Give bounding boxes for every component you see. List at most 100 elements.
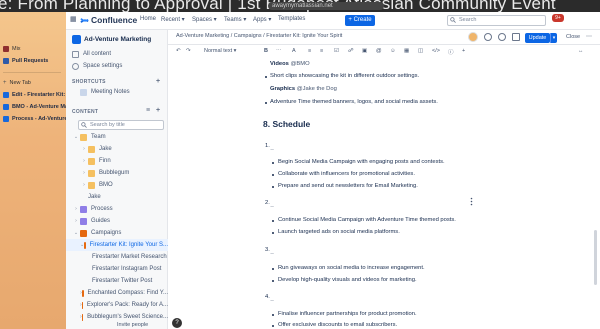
tree-item-label: Firestarter Instagram Post bbox=[92, 266, 162, 272]
timer-icon[interactable] bbox=[498, 33, 506, 41]
tree-item-guides[interactable]: › Guides bbox=[66, 215, 168, 227]
tree-item-finn[interactable]: › Finn bbox=[66, 155, 168, 167]
graphics-label: Graphics bbox=[270, 86, 296, 92]
browser-tab-bmo[interactable]: BMO - Ad-Venture Mar... bbox=[3, 104, 74, 110]
tree-item-label: Firestarter Kit: Ignite Your S... bbox=[89, 242, 168, 248]
collaborator-avatar[interactable] bbox=[468, 32, 478, 42]
confluence-favicon-icon bbox=[3, 116, 9, 122]
shortcut-meeting-notes[interactable]: Meeting Notes bbox=[66, 86, 168, 98]
text-color-icon[interactable]: A bbox=[292, 48, 296, 54]
short-clips-line: Short clips showcasing the kit in differ… bbox=[270, 73, 420, 79]
sidebar-item-space-settings[interactable]: Space settings bbox=[66, 60, 168, 72]
tree-item-market-research[interactable]: Firestarter Market Research bbox=[66, 251, 168, 263]
page-content[interactable]: Videos @BMO Short clips showcasing the k… bbox=[168, 58, 600, 329]
breadcrumb-space[interactable]: Ad-Venture Marketing bbox=[176, 33, 229, 39]
info-icon[interactable]: ⓘ bbox=[448, 48, 454, 56]
tree-item-jake[interactable]: › Jake bbox=[66, 143, 168, 155]
nav-spaces[interactable]: Spaces ▾ bbox=[192, 16, 217, 23]
chevron-right-icon[interactable]: › bbox=[80, 170, 88, 176]
tree-item-firestarter-kit[interactable]: ⌄ Firestarter Kit: Ignite Your S... bbox=[66, 239, 168, 251]
close-button[interactable]: Close bbox=[566, 34, 580, 40]
redo-icon[interactable]: ↷ bbox=[186, 48, 191, 54]
search-input[interactable]: Search bbox=[447, 15, 546, 26]
tree-item-campaigns[interactable]: ⌄ Campaigns bbox=[66, 227, 168, 239]
tree-item-process[interactable]: › Process bbox=[66, 203, 168, 215]
chevron-right-icon[interactable]: › bbox=[72, 218, 80, 224]
checkbox-icon[interactable]: ☑ bbox=[334, 48, 339, 54]
text-style-select[interactable]: Normal text ▾ bbox=[204, 48, 236, 54]
undo-icon[interactable]: ↶ bbox=[176, 48, 181, 54]
sidebar-item-all-content[interactable]: All content bbox=[66, 48, 168, 60]
breadcrumb: Ad-Venture Marketing / Campaigns / Fires… bbox=[176, 33, 342, 39]
update-options-chevron-icon[interactable]: ▾ bbox=[550, 33, 557, 43]
tree-item-twitter-post[interactable]: Firestarter Twitter Post bbox=[66, 275, 168, 287]
tree-item-enchanted-compass[interactable]: › Enchanted Compass: Find Y... bbox=[66, 287, 168, 299]
flask-icon bbox=[81, 313, 84, 321]
content-scrollbar[interactable] bbox=[594, 230, 597, 285]
top-navigation-bar: ▦ Confluence Home Recent ▾ Spaces ▾ Team… bbox=[66, 12, 600, 30]
bullet-icon bbox=[272, 268, 274, 270]
mention-bmo[interactable]: @BMO bbox=[291, 61, 310, 67]
app-switcher-icon[interactable]: ▦ bbox=[70, 15, 77, 23]
nav-teams[interactable]: Teams ▾ bbox=[224, 16, 246, 23]
tree-item-label: Bubblegum's Sweet Science... bbox=[87, 314, 168, 320]
browser-tab-pull-requests[interactable]: Pull Requests bbox=[3, 58, 48, 64]
url-chip: awaymymatlassian.net bbox=[268, 2, 384, 10]
schedule-item: Begin Social Media Campaign with engagin… bbox=[278, 159, 445, 165]
add-collaborator-icon[interactable] bbox=[484, 33, 492, 41]
browser-tab-new-tab[interactable]: + New Tab bbox=[3, 80, 31, 86]
numbered-list-icon[interactable]: ≡ bbox=[320, 48, 323, 54]
table-icon[interactable]: ▦ bbox=[404, 48, 409, 54]
chevron-right-icon[interactable]: › bbox=[72, 206, 80, 212]
update-button[interactable]: Update bbox=[525, 33, 550, 43]
chevron-right-icon[interactable]: › bbox=[80, 146, 88, 152]
more-options-icon[interactable]: ⋯ bbox=[586, 33, 592, 40]
tree-item-bmo[interactable]: › BMO bbox=[66, 179, 168, 191]
tree-item-jake-page[interactable]: Jake bbox=[66, 191, 168, 203]
tree-item-explorers-pack[interactable]: › Explorer's Pack: Ready for A... bbox=[66, 299, 168, 311]
breadcrumb-campaigns[interactable]: Campaigns bbox=[234, 33, 262, 39]
breadcrumb-page[interactable]: Firestarter Kit: Ignite Your Spirit bbox=[266, 33, 342, 39]
mention-jake[interactable]: @Jake the Dog bbox=[297, 86, 337, 92]
emoji-icon[interactable]: ☺ bbox=[390, 48, 396, 54]
drag-handle-icon[interactable] bbox=[470, 197, 473, 206]
add-content-icon[interactable]: + bbox=[156, 107, 160, 114]
folder-icon bbox=[80, 229, 87, 237]
space-name[interactable]: Ad-Venture Marketing bbox=[84, 36, 151, 43]
chevron-right-icon[interactable]: › bbox=[80, 158, 88, 164]
link-icon[interactable]: ☍ bbox=[348, 48, 354, 54]
product-name[interactable]: Confluence bbox=[91, 15, 137, 25]
layout-icon[interactable]: ◫ bbox=[418, 48, 423, 54]
schedule-item: Continue Social Media Campaign with Adve… bbox=[278, 217, 456, 223]
nav-templates[interactable]: Templates bbox=[278, 16, 305, 22]
image-icon[interactable]: ▣ bbox=[362, 48, 367, 54]
bold-icon[interactable]: B bbox=[264, 48, 268, 54]
bullet-icon bbox=[272, 162, 274, 164]
notifications-badge[interactable]: 9+ bbox=[552, 14, 564, 22]
browser-tab-mix[interactable]: Mix bbox=[3, 46, 21, 52]
add-shortcut-icon[interactable]: + bbox=[156, 78, 160, 85]
tree-item-team[interactable]: ⌄ Team bbox=[66, 131, 168, 143]
bullet-list-icon[interactable]: ≡ bbox=[308, 48, 311, 54]
content-search-input[interactable]: Search by title bbox=[78, 120, 164, 130]
chevron-down-icon[interactable]: ⌄ bbox=[72, 230, 80, 236]
more-formatting-icon[interactable]: ⋯ bbox=[276, 48, 282, 54]
nav-recent[interactable]: Recent ▾ bbox=[161, 16, 185, 23]
create-button[interactable]: + Create bbox=[345, 15, 375, 26]
help-icon[interactable]: ? bbox=[172, 318, 182, 328]
chevron-down-icon[interactable]: ⌄ bbox=[72, 134, 80, 140]
invite-people-link[interactable]: Invite people bbox=[117, 322, 148, 328]
schedule-item: Finalise influencer partnerships for pro… bbox=[278, 311, 417, 317]
width-toggle-icon[interactable]: ↔ bbox=[578, 48, 584, 54]
history-icon[interactable] bbox=[512, 33, 520, 41]
nav-apps[interactable]: Apps ▾ bbox=[253, 16, 271, 23]
tree-item-bubblegum[interactable]: › Bubblegum bbox=[66, 167, 168, 179]
tree-item-instagram-post[interactable]: Firestarter Instagram Post bbox=[66, 263, 168, 275]
emoji-icon bbox=[88, 181, 95, 189]
filter-icon[interactable]: ≡ bbox=[146, 107, 150, 114]
code-icon[interactable]: </> bbox=[432, 48, 440, 54]
chevron-right-icon[interactable]: › bbox=[80, 182, 88, 188]
nav-home[interactable]: Home bbox=[140, 16, 156, 22]
insert-icon[interactable]: + bbox=[462, 48, 465, 54]
mention-icon[interactable]: @ bbox=[376, 48, 382, 54]
